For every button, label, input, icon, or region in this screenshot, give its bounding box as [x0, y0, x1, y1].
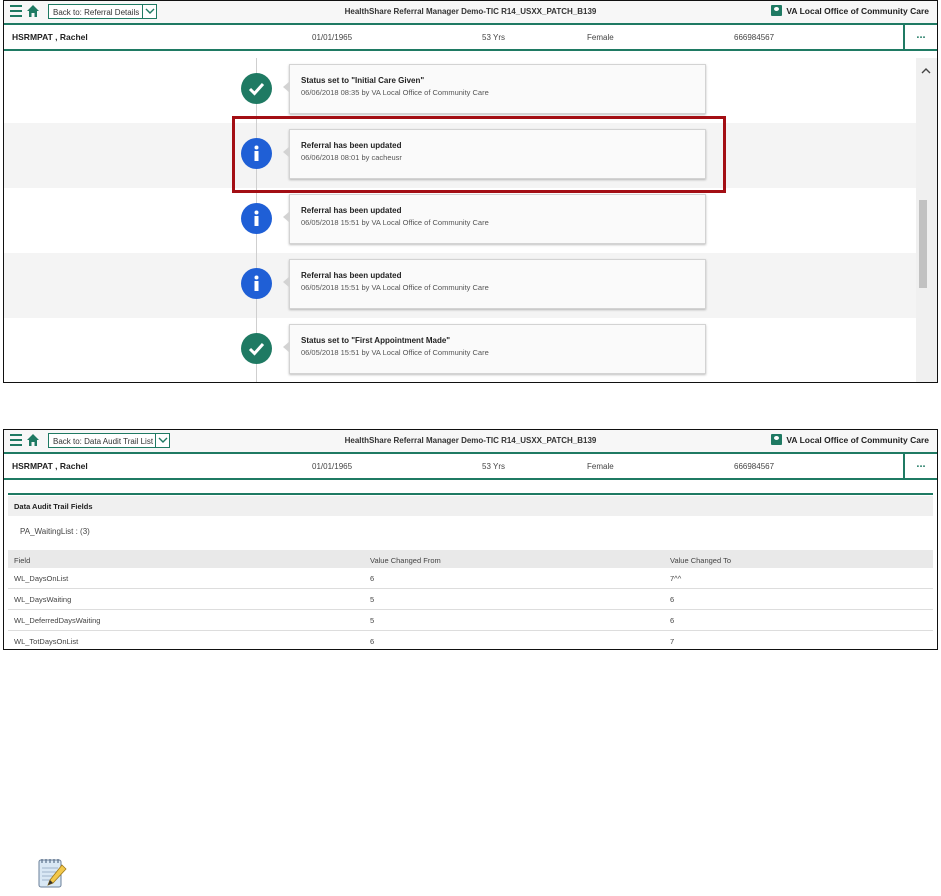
event-title: Referral has been updated: [301, 271, 402, 280]
cell-field: WL_DaysOnList: [14, 574, 69, 583]
office-name[interactable]: VA Local Office of Community Care: [771, 5, 929, 16]
patient-name: HSRMPAT , Rachel: [12, 32, 88, 42]
patient-banner: HSRMPAT , Rachel 01/01/1965 53 Yrs Femal…: [4, 454, 937, 480]
patient-banner: HSRMPAT , Rachel 01/01/1965 53 Yrs Femal…: [4, 25, 937, 51]
more-options-button[interactable]: ...: [903, 25, 937, 49]
office-label: VA Local Office of Community Care: [786, 435, 929, 445]
event-title: Status set to "First Appointment Made": [301, 336, 451, 345]
highlight-box: [232, 116, 726, 193]
note-icon: [38, 859, 67, 888]
cell-to: 6: [670, 595, 675, 604]
more-options-button[interactable]: ...: [903, 454, 937, 478]
scroll-up-icon[interactable]: [921, 67, 931, 75]
cell-field: WL_DaysWaiting: [14, 595, 72, 604]
scrollbar-thumb[interactable]: [919, 200, 927, 288]
timeline-event-card[interactable]: Status set to "First Appointment Made" 0…: [283, 324, 706, 374]
cell-from: 6: [370, 574, 375, 583]
timeline-event-card[interactable]: Referral has been updated 06/05/2018 15:…: [283, 194, 706, 244]
patient-dob: 01/01/1965: [312, 462, 353, 471]
user-card-icon: [771, 434, 783, 445]
cell-from: 5: [370, 595, 375, 604]
top-bar: Back to: Data Audit Trail List HealthSha…: [4, 430, 937, 454]
column-header-from[interactable]: Value Changed From: [370, 556, 441, 565]
cell-to: 6: [670, 616, 675, 625]
event-detail: 06/05/2018 15:51 by VA Local Office of C…: [301, 283, 489, 292]
table-header: Field Value Changed From Value Changed T…: [8, 550, 933, 568]
scrollbar[interactable]: [916, 58, 937, 382]
check-icon: [241, 73, 272, 104]
patient-id: 666984567: [734, 33, 775, 42]
table-row[interactable]: WL_DaysWaiting 5 6: [8, 589, 933, 610]
patient-id: 666984567: [734, 462, 775, 471]
cell-to: 7^^: [670, 574, 682, 583]
event-detail: 06/06/2018 08:35 by VA Local Office of C…: [301, 88, 489, 97]
info-icon: [241, 268, 272, 299]
patient-name: HSRMPAT , Rachel: [12, 461, 88, 471]
event-detail: 06/05/2018 15:51 by VA Local Office of C…: [301, 218, 489, 227]
section-header: [8, 496, 933, 516]
patient-sex: Female: [587, 462, 614, 471]
timeline-event-card[interactable]: Referral has been updated 06/05/2018 15:…: [283, 259, 706, 309]
cell-from: 5: [370, 616, 375, 625]
top-bar: Back to: Referral Details HealthShare Re…: [4, 1, 937, 25]
event-detail: 06/05/2018 15:51 by VA Local Office of C…: [301, 348, 489, 357]
table-row[interactable]: WL_TotDaysOnList 6 7: [8, 631, 933, 649]
patient-sex: Female: [587, 33, 614, 42]
audit-section: Data Audit Trail Fields PA_WaitingList :…: [8, 493, 933, 536]
referral-timeline-screen: Back to: Referral Details HealthShare Re…: [3, 0, 938, 383]
cell-from: 6: [370, 637, 375, 646]
timeline-event-card[interactable]: Status set to "Initial Care Given" 06/06…: [283, 64, 706, 114]
office-name[interactable]: VA Local Office of Community Care: [771, 434, 929, 445]
cell-to: 7: [670, 637, 675, 646]
patient-age: 53 Yrs: [482, 462, 505, 471]
cell-field: WL_DeferredDaysWaiting: [14, 616, 101, 625]
table-row[interactable]: WL_DeferredDaysWaiting 5 6: [8, 610, 933, 631]
table-row[interactable]: WL_DaysOnList 6 7^^: [8, 568, 933, 589]
office-label: VA Local Office of Community Care: [786, 6, 929, 16]
patient-age: 53 Yrs: [482, 33, 505, 42]
patient-dob: 01/01/1965: [312, 33, 353, 42]
event-title: Status set to "Initial Care Given": [301, 76, 425, 85]
check-icon: [241, 333, 272, 364]
column-header-to[interactable]: Value Changed To: [670, 556, 731, 565]
section-title: Data Audit Trail Fields: [14, 502, 93, 511]
cell-field: WL_TotDaysOnList: [14, 637, 79, 646]
list-name: PA_WaitingList : (3): [20, 527, 90, 536]
info-icon: [241, 203, 272, 234]
column-header-field[interactable]: Field: [14, 556, 30, 565]
event-title: Referral has been updated: [301, 206, 402, 215]
user-card-icon: [771, 5, 783, 16]
data-audit-trail-screen: Back to: Data Audit Trail List HealthSha…: [3, 429, 938, 650]
